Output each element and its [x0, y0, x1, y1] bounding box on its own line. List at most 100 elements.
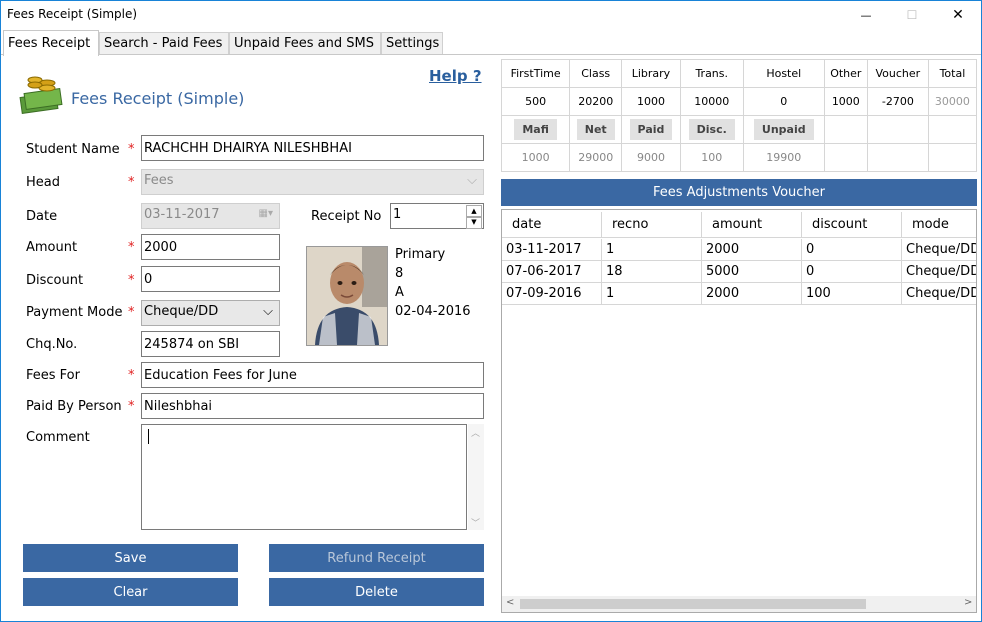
summary-value: 100: [679, 143, 744, 172]
maximize-button[interactable]: ☐: [889, 1, 935, 29]
column-header-date[interactable]: date: [502, 212, 602, 238]
clear-button[interactable]: Clear: [23, 578, 238, 606]
tab-divider: [1, 54, 981, 55]
scroll-left-icon[interactable]: <: [506, 597, 514, 608]
discount-label: Discount: [26, 273, 84, 288]
fee-header: Other: [823, 59, 868, 88]
tab-settings[interactable]: Settings: [381, 32, 443, 54]
fees-adjustments-voucher-button[interactable]: Fees Adjustments Voucher: [501, 179, 977, 206]
chq-no-input[interactable]: [141, 331, 280, 357]
cell-recno: 1: [602, 283, 702, 305]
unpaid-button[interactable]: Unpaid: [753, 119, 814, 140]
fee-value: 20200: [569, 87, 623, 116]
cell-amount: 5000: [702, 261, 802, 283]
cell-discount: 0: [802, 261, 902, 283]
mafi-button[interactable]: Mafi: [514, 119, 557, 140]
calendar-icon: ▦▾: [258, 208, 273, 219]
discount-input[interactable]: [141, 266, 280, 292]
cell-date: 07-09-2016: [502, 283, 602, 305]
required-mark: *: [128, 273, 135, 288]
money-icon: [17, 73, 67, 117]
student-name-input[interactable]: [141, 135, 484, 161]
student-std: 8: [395, 266, 404, 281]
fee-header: FirstTime: [500, 59, 571, 88]
cell-date: 03-11-2017: [502, 239, 602, 261]
delete-button[interactable]: Delete: [269, 578, 484, 606]
empty-cell: [927, 143, 978, 172]
payment-mode-label: Payment Mode: [26, 305, 123, 320]
fee-header: Voucher: [866, 59, 929, 88]
empty-cell: [927, 115, 978, 144]
required-mark: *: [128, 305, 135, 320]
cell-recno: 1: [602, 239, 702, 261]
tab-search-paid-fees[interactable]: Search - Paid Fees: [99, 32, 229, 54]
column-header-discount[interactable]: discount: [802, 212, 902, 238]
column-header-mode[interactable]: mode: [902, 212, 976, 238]
student-section: Primary: [395, 247, 446, 262]
save-button[interactable]: Save: [23, 544, 238, 572]
tab-unpaid-fees-sms[interactable]: Unpaid Fees and SMS: [229, 32, 381, 54]
stepper-down-icon[interactable]: ▼: [466, 216, 482, 229]
receipt-no-value: 1: [393, 207, 402, 222]
date-picker[interactable]: 03-11-2017 ▦▾: [141, 203, 280, 229]
cell-discount: 0: [802, 239, 902, 261]
help-link[interactable]: Help ?: [429, 67, 482, 85]
summary-value: 29000: [569, 143, 623, 172]
cell-mode: Cheque/DD: [902, 283, 976, 305]
fee-value: 10000: [679, 87, 744, 116]
paid-button[interactable]: Paid: [629, 119, 673, 140]
required-mark: *: [128, 240, 135, 255]
empty-cell: [866, 143, 929, 172]
fee-value: 500: [500, 87, 571, 116]
date-value: 03-11-2017: [144, 207, 220, 222]
tab-label: Settings: [386, 36, 440, 51]
paid-by-input[interactable]: [141, 393, 484, 419]
disc-button[interactable]: Disc.: [688, 119, 735, 140]
required-mark: *: [128, 175, 135, 190]
history-horizontal-scrollbar[interactable]: < >: [502, 596, 976, 612]
date-label: Date: [26, 209, 58, 224]
minimize-icon: —: [860, 8, 872, 22]
scrollbar-thumb[interactable]: [520, 599, 866, 609]
head-select[interactable]: Fees ⌵: [141, 169, 484, 195]
tab-fees-receipt[interactable]: Fees Receipt: [3, 30, 99, 56]
close-button[interactable]: ✕: [935, 1, 981, 29]
column-header-recno[interactable]: recno: [602, 212, 702, 238]
comment-label: Comment: [26, 430, 90, 445]
tab-label: Fees Receipt: [8, 36, 91, 51]
required-mark: *: [128, 368, 135, 383]
amount-label: Amount: [26, 240, 78, 255]
column-header-amount[interactable]: amount: [702, 212, 802, 238]
head-value: Fees: [144, 173, 174, 188]
student-division: A: [395, 285, 404, 300]
close-icon: ✕: [952, 7, 964, 23]
scroll-down-icon[interactable]: ﹀: [471, 516, 480, 529]
window-title: Fees Receipt (Simple): [7, 7, 138, 21]
cell-mode: Cheque/DD: [902, 239, 976, 261]
receipt-no-stepper[interactable]: 1 ▲ ▼: [390, 203, 484, 229]
comment-scrollbar[interactable]: ︿ ﹀: [468, 424, 484, 530]
amount-input[interactable]: [141, 234, 280, 260]
payment-mode-select[interactable]: Cheque/DD ⌵: [141, 300, 280, 326]
summary-value: 9000: [621, 143, 681, 172]
comment-textarea[interactable]: [141, 424, 467, 530]
payment-mode-value: Cheque/DD: [144, 304, 219, 319]
scroll-right-icon[interactable]: >: [964, 597, 972, 608]
minimize-button[interactable]: —: [843, 1, 889, 29]
fee-value: 1000: [621, 87, 681, 116]
refund-receipt-button[interactable]: Refund Receipt: [269, 544, 484, 572]
fees-for-label: Fees For: [26, 368, 80, 383]
fee-summary-grid: FirstTime Class Library Trans. Hostel Ot…: [500, 59, 978, 172]
fee-total-value: 30000: [927, 87, 978, 116]
fee-value: 1000: [823, 87, 868, 116]
scroll-up-icon[interactable]: ︿: [471, 426, 480, 439]
fee-value: -2700: [866, 87, 929, 116]
empty-cell: [866, 115, 929, 144]
fees-for-input[interactable]: [141, 362, 484, 388]
cell-date: 07-06-2017: [502, 261, 602, 283]
cell-mode: Cheque/DD: [902, 261, 976, 283]
summary-value: 1000: [500, 143, 571, 172]
fee-header: Library: [621, 59, 681, 88]
empty-cell: [823, 115, 868, 144]
net-button[interactable]: Net: [576, 119, 615, 140]
